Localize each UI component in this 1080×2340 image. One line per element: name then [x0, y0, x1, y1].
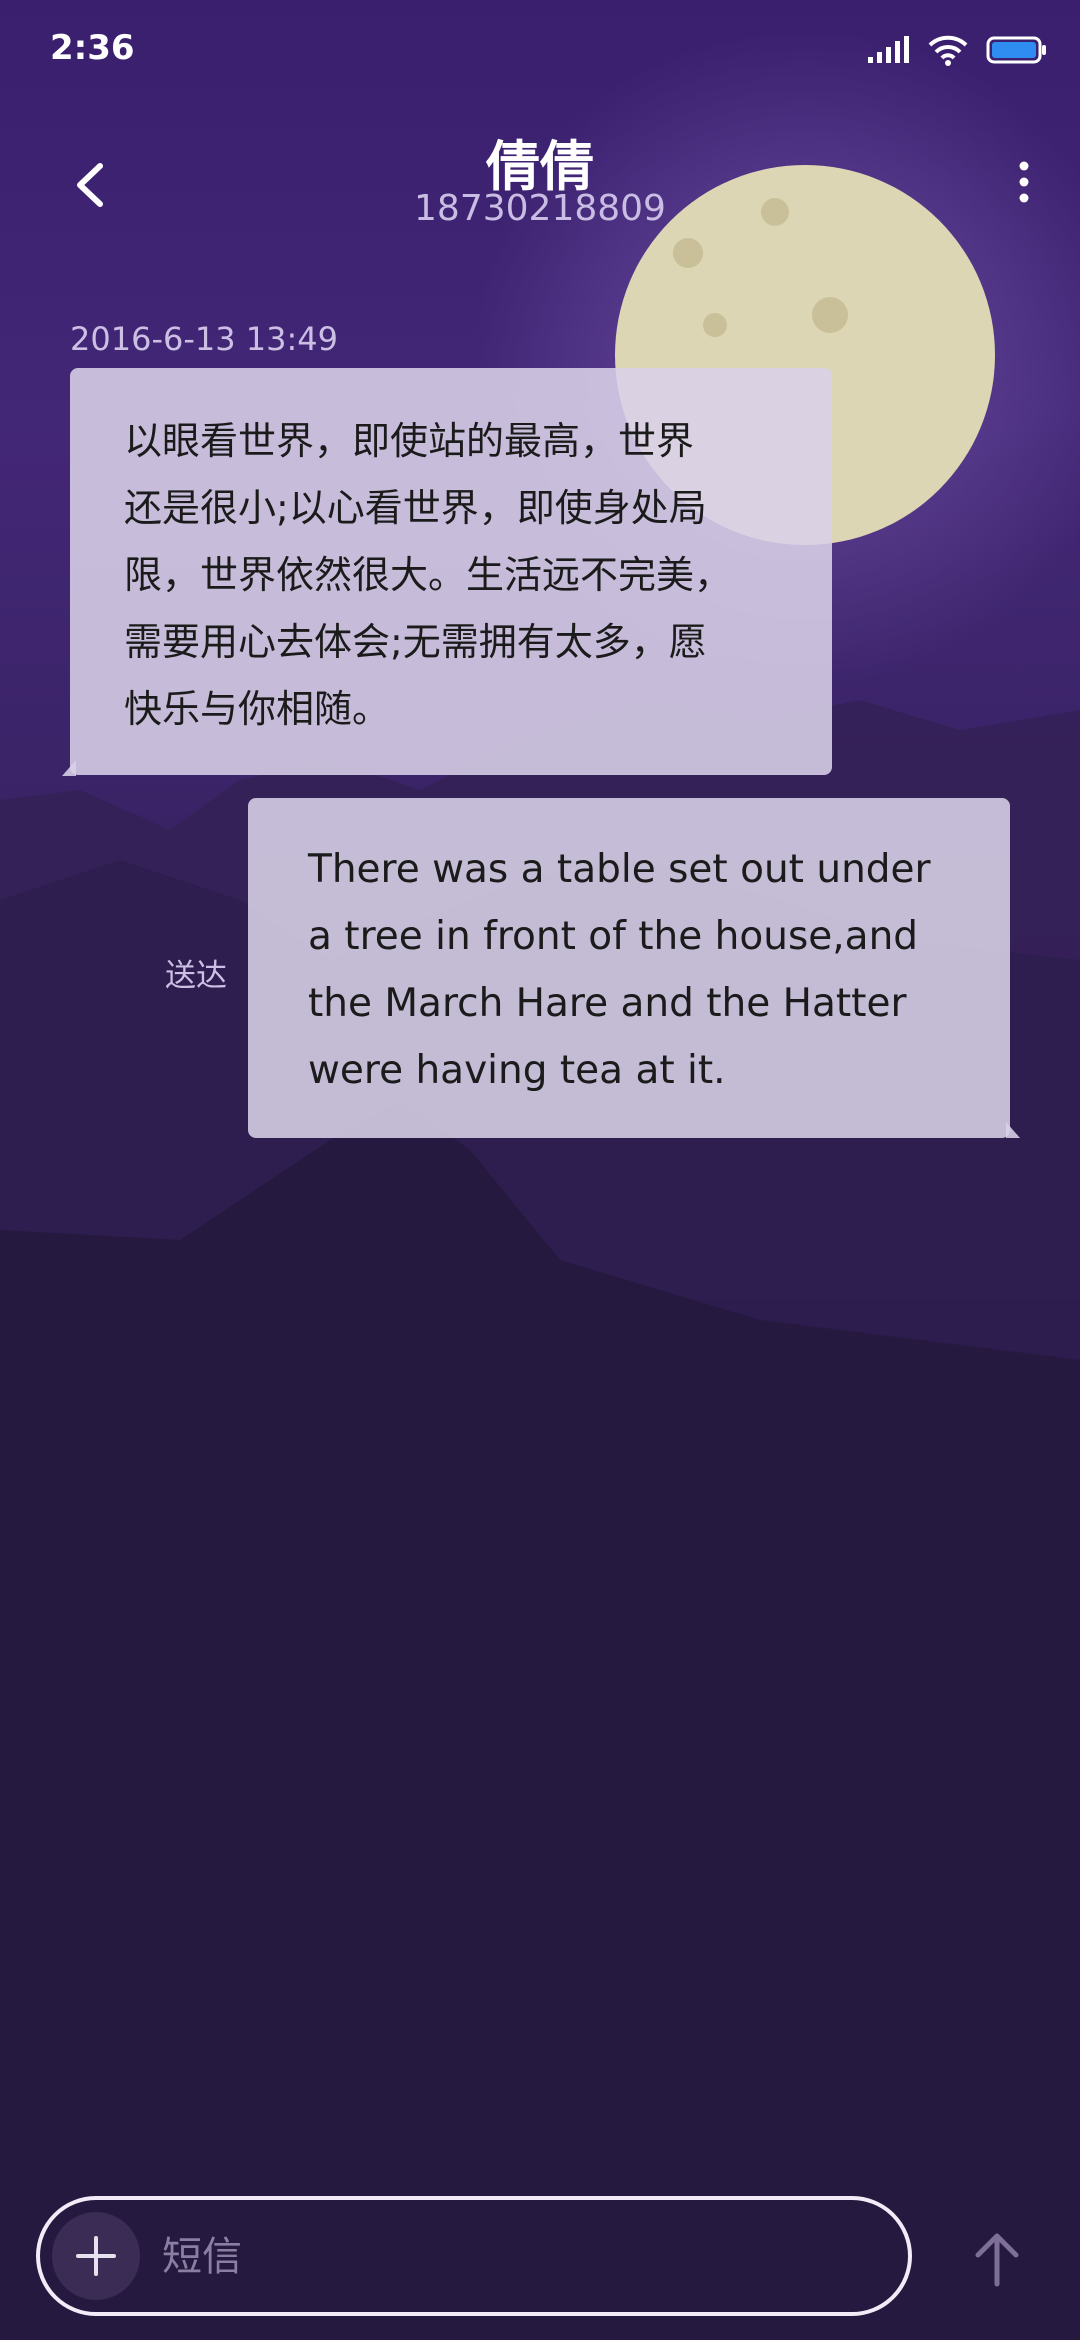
outgoing-bubble-tail	[1006, 1122, 1020, 1138]
conversation-header: 倩倩 18730218809	[0, 100, 1080, 250]
delivery-status: 送达	[165, 958, 227, 994]
message-line: the March Hare and the Hatter	[308, 981, 907, 1026]
incoming-message-bubble[interactable]: 以眼看世界，即使站的最高，世界 还是很小;以心看世界，即使身处局 限，世界依然很…	[70, 368, 832, 775]
outgoing-message-bubble[interactable]: There was a table set out under a tree i…	[248, 798, 1010, 1138]
add-attachment-button[interactable]	[52, 2212, 140, 2300]
message-line: There was a table set out under	[308, 847, 931, 892]
message-input[interactable]	[160, 2210, 884, 2304]
signal-icon	[868, 36, 909, 63]
battery-icon	[986, 36, 1046, 64]
moon-crater	[703, 313, 727, 337]
status-icons	[866, 30, 1048, 70]
plus-icon	[76, 2236, 116, 2276]
send-button[interactable]	[960, 2222, 1034, 2296]
message-line: 限，世界依然很大。生活远不完美，	[124, 553, 733, 597]
message-line: 需要用心去体会;无需拥有太多，愿	[124, 620, 707, 664]
message-line: 以眼看世界，即使站的最高，世界	[124, 419, 695, 463]
more-vertical-icon	[1019, 161, 1029, 203]
arrow-up-icon	[975, 2233, 1019, 2287]
message-timestamp: 2016-6-13 13:49	[70, 320, 338, 358]
wifi-icon	[928, 35, 968, 66]
incoming-bubble-tail	[62, 760, 76, 776]
message-line: were having tea at it.	[308, 1048, 726, 1093]
message-line: 还是很小;以心看世界，即使身处局	[124, 486, 707, 530]
message-line: a tree in front of the house,and	[308, 914, 919, 959]
status-time: 2:36	[50, 28, 135, 68]
message-line: 快乐与你相随。	[124, 687, 391, 731]
status-bar: 2:36	[0, 0, 1080, 96]
message-composer	[36, 2196, 912, 2316]
contact-number: 18730218809	[414, 188, 666, 229]
moon-crater	[812, 297, 848, 333]
more-options-button[interactable]	[1004, 152, 1044, 222]
